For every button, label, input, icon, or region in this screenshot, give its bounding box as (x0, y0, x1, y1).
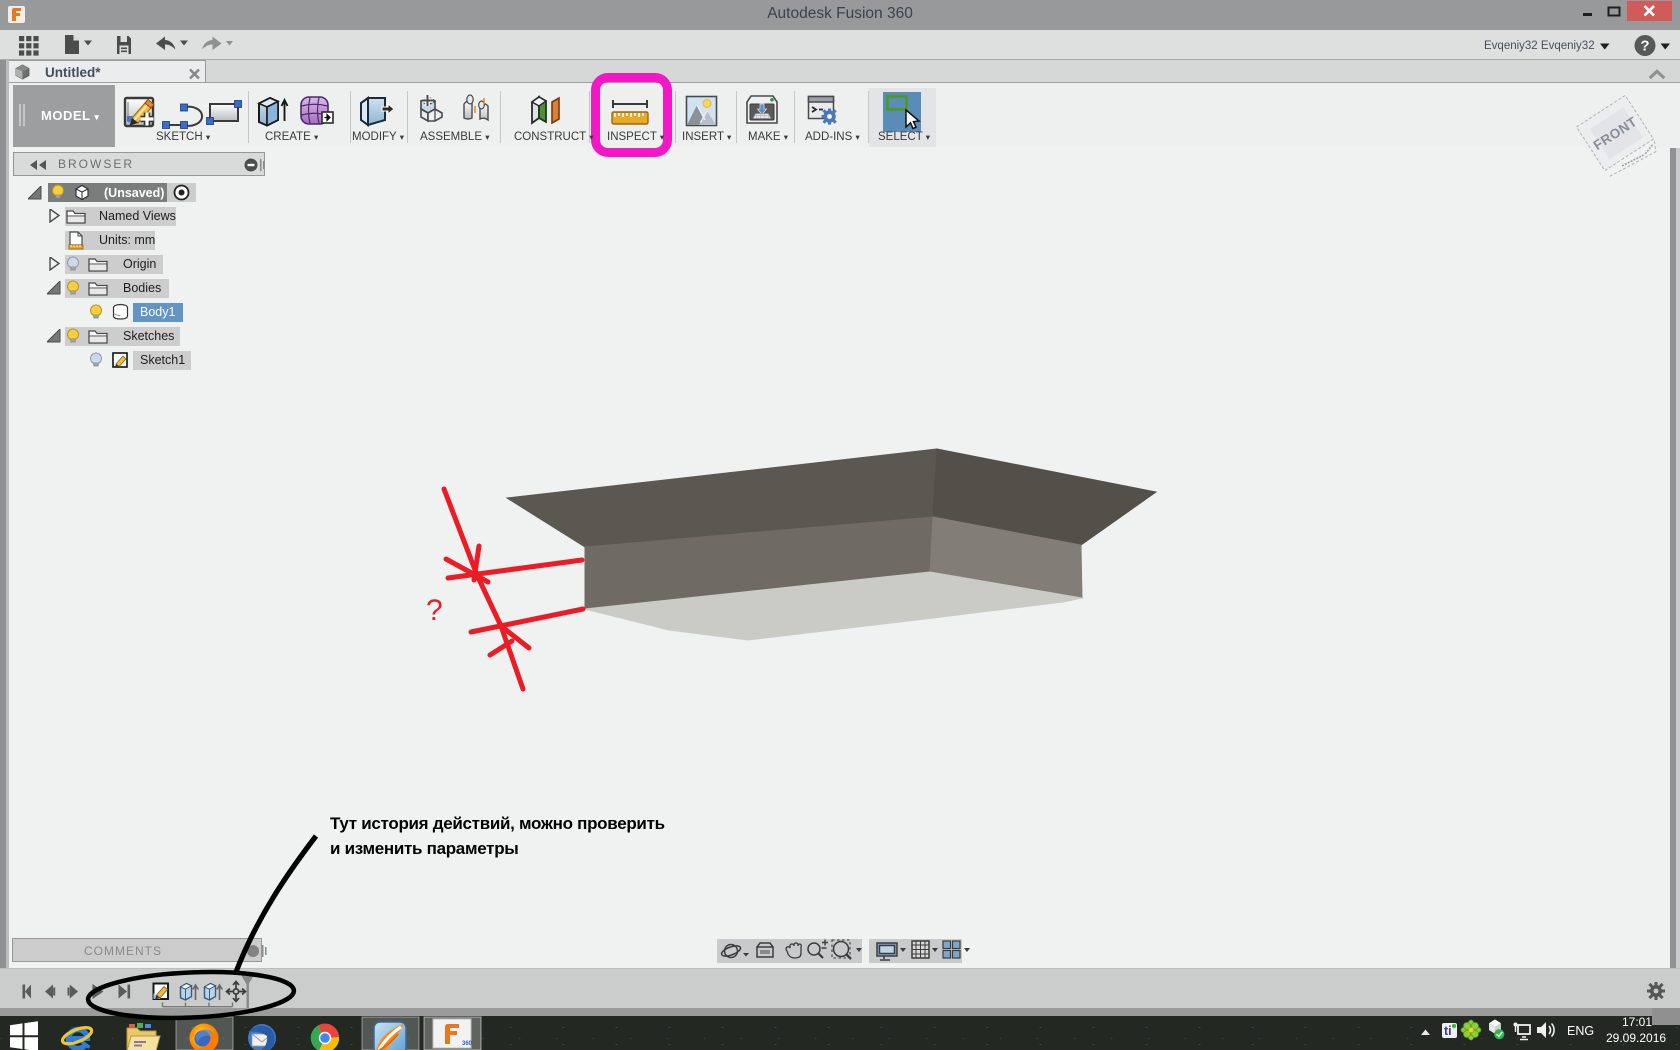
svg-text:ti: ti (1444, 1024, 1452, 1038)
svg-text:?: ? (1640, 38, 1649, 55)
svg-text:?: ? (426, 594, 443, 627)
